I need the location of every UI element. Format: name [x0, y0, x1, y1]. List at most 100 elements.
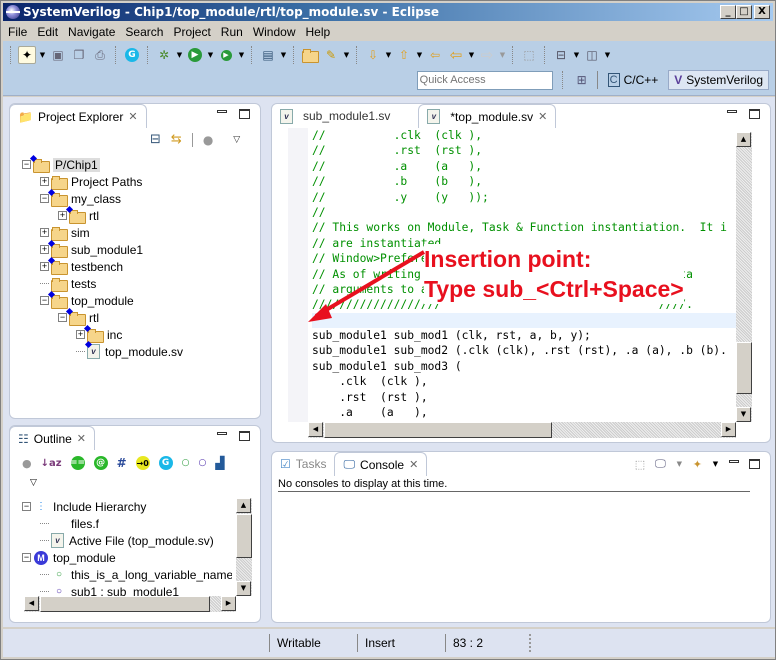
forward-dropdown[interactable]: ▼	[499, 51, 506, 59]
code-line[interactable]: // This works on Module, Task & Function…	[312, 220, 740, 235]
brush-icon[interactable]: ✎	[322, 46, 340, 64]
hide-defines-icon[interactable]: #	[117, 456, 127, 470]
scroll-right-button[interactable]: ▶	[221, 596, 236, 611]
debug-icon[interactable]: ✲	[155, 46, 173, 64]
expand-icon[interactable]: +	[40, 177, 49, 186]
minimize-icon[interactable]	[217, 109, 227, 113]
vertical-split-dropdown[interactable]: ▼	[604, 51, 611, 59]
collapse-icon[interactable]: −	[58, 313, 67, 322]
perspective-cpp[interactable]: C C/C++	[604, 70, 663, 90]
code-line[interactable]: // .a (a ),	[312, 159, 740, 174]
collapse-icon[interactable]: −	[40, 194, 49, 203]
tree-item[interactable]: − P/Chip1	[22, 154, 100, 173]
tab-top-module-sv[interactable]: v *top_module.sv ✕	[418, 104, 557, 128]
scroll-left-button[interactable]: ◀	[308, 422, 323, 437]
scroll-thumb[interactable]	[40, 596, 210, 612]
tree-item[interactable]: + sub_module1	[40, 239, 143, 258]
code-line[interactable]: // .rst (rst ),	[312, 143, 740, 158]
forward-icon[interactable]: ⇨	[478, 46, 496, 64]
scroll-right-button[interactable]: ▶	[721, 422, 736, 437]
hide-ports-icon[interactable]: @	[93, 456, 108, 470]
menu-window[interactable]: Window	[248, 23, 301, 41]
code-line[interactable]: .rst (rst ),	[312, 390, 740, 405]
filter-icon[interactable]: ●	[203, 133, 213, 147]
save-all-icon[interactable]: ❐	[70, 46, 88, 64]
hide-signals-icon[interactable]: ○	[182, 458, 190, 468]
tree-item[interactable]: − rtl	[58, 307, 99, 326]
pin-icon[interactable]: ⬚	[520, 46, 538, 64]
code-line[interactable]: .clk (clk ),	[312, 374, 740, 389]
filter-icon[interactable]: ●	[22, 457, 32, 470]
expand-icon[interactable]: +	[40, 262, 49, 271]
outline-item[interactable]: v Active File (top_module.sv)	[40, 532, 214, 549]
outline-item[interactable]: − ⋮ Include Hierarchy	[22, 498, 146, 515]
back-icon[interactable]: ⇦	[447, 46, 465, 64]
toolbar-grip[interactable]	[10, 46, 12, 64]
debug-dropdown[interactable]: ▼	[176, 51, 183, 59]
maximize-button[interactable]: □	[736, 5, 752, 19]
collapse-icon[interactable]: −	[22, 160, 31, 169]
menu-search[interactable]: Search	[120, 23, 168, 41]
minimize-button[interactable]: _	[720, 5, 736, 19]
collapse-icon[interactable]: −	[40, 296, 49, 305]
hide-generate-icon[interactable]: G	[158, 456, 173, 470]
outline-horizontal-scrollbar[interactable]: ◀ ▶	[24, 596, 236, 612]
tree-item[interactable]: − my_class	[40, 188, 121, 207]
view-menu-icon[interactable]: ▽	[233, 135, 240, 145]
collapse-all-icon[interactable]: ⊟	[150, 132, 161, 147]
hide-params-icon[interactable]: →0	[135, 456, 150, 470]
close-icon[interactable]: ✕	[409, 458, 418, 471]
collapse-icon[interactable]: −	[22, 502, 31, 511]
horizontal-split-icon[interactable]: ⊟	[552, 46, 570, 64]
new-icon[interactable]: ✦	[18, 46, 36, 64]
tab-tasks[interactable]: ☑ Tasks	[272, 452, 334, 476]
outline-item[interactable]: ○ sub1 : sub_module1	[40, 583, 179, 596]
close-icon[interactable]: ✕	[77, 432, 86, 445]
expand-icon[interactable]: +	[76, 330, 85, 339]
prev-annotation-dropdown[interactable]: ▼	[416, 51, 423, 59]
back-dropdown[interactable]: ▼	[468, 51, 475, 59]
scroll-left-button[interactable]: ◀	[24, 596, 39, 611]
outline-item[interactable]: ○ this_is_a_long_variable_name : lc	[40, 566, 232, 583]
open-console-icon[interactable]: ✦	[693, 458, 702, 471]
tree-item[interactable]: + inc	[76, 324, 122, 343]
next-annotation-dropdown[interactable]: ▼	[385, 51, 392, 59]
vertical-split-icon[interactable]: ◫	[583, 46, 601, 64]
external-tools-dropdown[interactable]: ▼	[238, 51, 245, 59]
perspective-systemverilog[interactable]: V SystemVerilog	[668, 70, 769, 90]
tree-item[interactable]: − top_module	[40, 290, 134, 309]
close-icon[interactable]: ✕	[128, 110, 137, 123]
outline-vertical-scrollbar[interactable]: ▲ ▼	[236, 498, 252, 596]
tree-item[interactable]: + sim	[40, 224, 90, 241]
minimize-icon[interactable]	[727, 109, 737, 113]
maximize-icon[interactable]	[239, 109, 250, 119]
quick-access-input[interactable]	[416, 70, 553, 90]
code-line[interactable]: sub_module1 sub_mod3 (	[312, 359, 740, 374]
prev-annotation-icon[interactable]: ⇧	[395, 46, 413, 64]
scroll-up-button[interactable]: ▲	[236, 498, 251, 513]
edit-dropdown[interactable]: ▼	[280, 51, 287, 59]
menu-edit[interactable]: Edit	[32, 23, 63, 41]
scroll-thumb[interactable]	[736, 342, 752, 394]
code-line[interactable]: //	[312, 205, 740, 220]
tree-item[interactable]: + testbench	[40, 256, 123, 275]
code-line[interactable]: .a (a ),	[312, 405, 740, 420]
minimize-icon[interactable]	[729, 459, 739, 463]
run-icon[interactable]: ▶	[186, 46, 204, 64]
display-console-dropdown[interactable]: ▼	[676, 460, 683, 468]
tab-project-explorer[interactable]: 📁 Project Explorer ✕	[9, 104, 147, 128]
expand-icon[interactable]: +	[40, 245, 49, 254]
scroll-thumb[interactable]	[236, 514, 252, 558]
menu-project[interactable]: Project	[168, 23, 215, 41]
minimize-icon[interactable]	[217, 431, 227, 435]
tree-item[interactable]: tests	[40, 275, 96, 292]
brush-dropdown[interactable]: ▼	[343, 51, 350, 59]
menu-help[interactable]: Help	[301, 23, 336, 41]
scroll-down-button[interactable]: ▼	[736, 407, 751, 422]
collapse-icon[interactable]: −	[22, 553, 31, 562]
outline-item[interactable]: files.f	[40, 515, 99, 532]
expand-icon[interactable]: +	[58, 211, 67, 220]
horizontal-split-dropdown[interactable]: ▼	[573, 51, 580, 59]
hide-instances-icon[interactable]: ○	[198, 458, 206, 468]
scroll-down-button[interactable]: ▼	[236, 581, 251, 596]
